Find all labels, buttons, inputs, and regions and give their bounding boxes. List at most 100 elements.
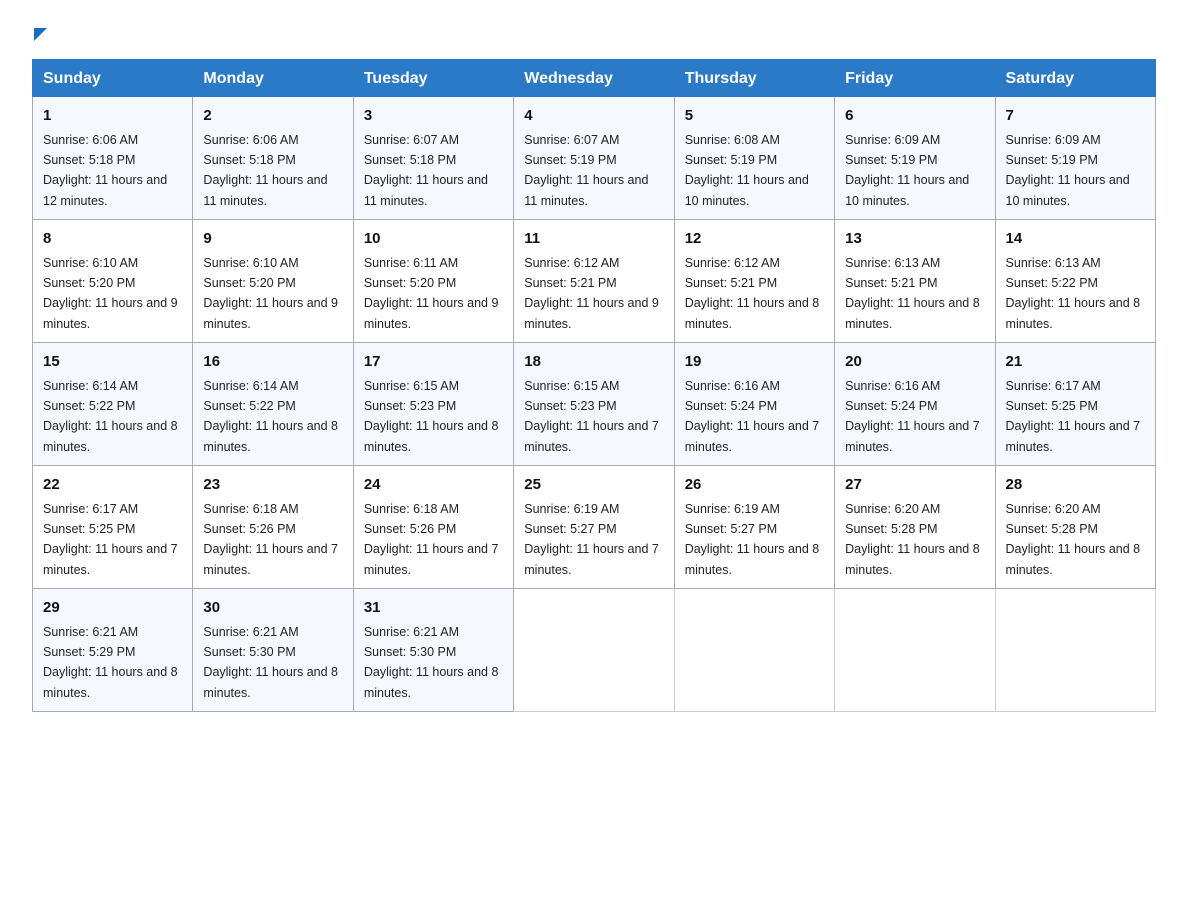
day-number: 10 — [364, 228, 503, 251]
calendar-cell: 27Sunrise: 6:20 AMSunset: 5:28 PMDayligh… — [835, 466, 995, 589]
weekday-header-wednesday: Wednesday — [514, 60, 674, 97]
day-detail: Sunrise: 6:21 AMSunset: 5:30 PMDaylight:… — [364, 625, 499, 700]
calendar-cell: 10 Sunrise: 6:11 AMSunset: 5:20 PMDayligh… — [353, 220, 513, 343]
day-number: 2 — [203, 105, 342, 128]
day-detail: Sunrise: 6:08 AMSunset: 5:19 PMDaylight:… — [685, 133, 809, 208]
calendar-week-row: 8 Sunrise: 6:10 AMSunset: 5:20 PMDaylight… — [33, 220, 1156, 343]
calendar-cell: 1Sunrise: 6:06 AMSunset: 5:18 PMDaylight… — [33, 97, 193, 220]
day-number: 14 — [1006, 228, 1145, 251]
calendar-cell: 13 Sunrise: 6:13 AMSunset: 5:21 PMDayligh… — [835, 220, 995, 343]
calendar-cell: 19 Sunrise: 6:16 AMSunset: 5:24 PMDayligh… — [674, 343, 834, 466]
day-detail: Sunrise: 6:17 AMSunset: 5:25 PMDaylight:… — [43, 502, 178, 577]
day-detail: Sunrise: 6:06 AMSunset: 5:18 PMDaylight:… — [203, 133, 327, 208]
calendar-cell: 20 Sunrise: 6:16 AMSunset: 5:24 PMDayligh… — [835, 343, 995, 466]
calendar-cell: 7 Sunrise: 6:09 AMSunset: 5:19 PMDaylight… — [995, 97, 1155, 220]
day-number: 11 — [524, 228, 663, 251]
day-detail: Sunrise: 6:16 AMSunset: 5:24 PMDaylight:… — [685, 379, 820, 454]
logo — [32, 24, 47, 41]
page-header — [32, 24, 1156, 41]
day-detail: Sunrise: 6:14 AMSunset: 5:22 PMDaylight:… — [43, 379, 178, 454]
weekday-header-thursday: Thursday — [674, 60, 834, 97]
day-number: 15 — [43, 351, 182, 374]
day-number: 28 — [1006, 474, 1145, 497]
day-number: 18 — [524, 351, 663, 374]
day-detail: Sunrise: 6:06 AMSunset: 5:18 PMDaylight:… — [43, 133, 167, 208]
calendar-cell: 12Sunrise: 6:12 AMSunset: 5:21 PMDayligh… — [674, 220, 834, 343]
calendar-cell: 6 Sunrise: 6:09 AMSunset: 5:19 PMDaylight… — [835, 97, 995, 220]
day-number: 23 — [203, 474, 342, 497]
day-number: 8 — [43, 228, 182, 251]
day-number: 25 — [524, 474, 663, 497]
day-detail: Sunrise: 6:16 AMSunset: 5:24 PMDaylight:… — [845, 379, 980, 454]
weekday-header-monday: Monday — [193, 60, 353, 97]
calendar-cell: 4Sunrise: 6:07 AMSunset: 5:19 PMDaylight… — [514, 97, 674, 220]
calendar-cell: 16 Sunrise: 6:14 AMSunset: 5:22 PMDayligh… — [193, 343, 353, 466]
calendar-cell: 11 Sunrise: 6:12 AMSunset: 5:21 PMDayligh… — [514, 220, 674, 343]
day-number: 12 — [685, 228, 824, 251]
calendar-cell: 23 Sunrise: 6:18 AMSunset: 5:26 PMDayligh… — [193, 466, 353, 589]
day-detail: Sunrise: 6:14 AMSunset: 5:22 PMDaylight:… — [203, 379, 338, 454]
day-detail: Sunrise: 6:15 AMSunset: 5:23 PMDaylight:… — [364, 379, 499, 454]
calendar-cell — [995, 589, 1155, 712]
calendar-week-row: 22 Sunrise: 6:17 AMSunset: 5:25 PMDayligh… — [33, 466, 1156, 589]
day-number: 26 — [685, 474, 824, 497]
day-detail: Sunrise: 6:10 AMSunset: 5:20 PMDaylight:… — [203, 256, 338, 331]
calendar-week-row: 15 Sunrise: 6:14 AMSunset: 5:22 PMDayligh… — [33, 343, 1156, 466]
calendar-cell: 22 Sunrise: 6:17 AMSunset: 5:25 PMDayligh… — [33, 466, 193, 589]
logo-arrow-icon — [34, 28, 47, 41]
day-number: 30 — [203, 597, 342, 620]
weekday-header-row: SundayMondayTuesdayWednesdayThursdayFrid… — [33, 60, 1156, 97]
calendar-week-row: 29 Sunrise: 6:21 AMSunset: 5:29 PMDayligh… — [33, 589, 1156, 712]
day-detail: Sunrise: 6:11 AMSunset: 5:20 PMDaylight:… — [364, 256, 499, 331]
calendar-cell: 21Sunrise: 6:17 AMSunset: 5:25 PMDayligh… — [995, 343, 1155, 466]
calendar-cell: 28 Sunrise: 6:20 AMSunset: 5:28 PMDayligh… — [995, 466, 1155, 589]
calendar-cell: 5 Sunrise: 6:08 AMSunset: 5:19 PMDaylight… — [674, 97, 834, 220]
day-number: 5 — [685, 105, 824, 128]
calendar-cell: 31 Sunrise: 6:21 AMSunset: 5:30 PMDayligh… — [353, 589, 513, 712]
day-number: 19 — [685, 351, 824, 374]
day-detail: Sunrise: 6:21 AMSunset: 5:30 PMDaylight:… — [203, 625, 338, 700]
day-detail: Sunrise: 6:09 AMSunset: 5:19 PMDaylight:… — [845, 133, 969, 208]
day-number: 9 — [203, 228, 342, 251]
day-number: 6 — [845, 105, 984, 128]
calendar-cell: 2 Sunrise: 6:06 AMSunset: 5:18 PMDaylight… — [193, 97, 353, 220]
day-number: 20 — [845, 351, 984, 374]
day-detail: Sunrise: 6:13 AMSunset: 5:21 PMDaylight:… — [845, 256, 980, 331]
calendar-cell: 17Sunrise: 6:15 AMSunset: 5:23 PMDayligh… — [353, 343, 513, 466]
day-detail: Sunrise: 6:19 AMSunset: 5:27 PMDaylight:… — [685, 502, 820, 577]
day-number: 24 — [364, 474, 503, 497]
day-detail: Sunrise: 6:18 AMSunset: 5:26 PMDaylight:… — [203, 502, 338, 577]
calendar-cell — [835, 589, 995, 712]
day-detail: Sunrise: 6:15 AMSunset: 5:23 PMDaylight:… — [524, 379, 659, 454]
calendar-cell: 3Sunrise: 6:07 AMSunset: 5:18 PMDaylight… — [353, 97, 513, 220]
calendar-cell: 14 Sunrise: 6:13 AMSunset: 5:22 PMDayligh… — [995, 220, 1155, 343]
day-detail: Sunrise: 6:20 AMSunset: 5:28 PMDaylight:… — [1006, 502, 1141, 577]
day-number: 16 — [203, 351, 342, 374]
day-detail: Sunrise: 6:07 AMSunset: 5:19 PMDaylight:… — [524, 133, 648, 208]
calendar-week-row: 1Sunrise: 6:06 AMSunset: 5:18 PMDaylight… — [33, 97, 1156, 220]
weekday-header-saturday: Saturday — [995, 60, 1155, 97]
day-number: 29 — [43, 597, 182, 620]
day-number: 13 — [845, 228, 984, 251]
weekday-header-sunday: Sunday — [33, 60, 193, 97]
day-detail: Sunrise: 6:21 AMSunset: 5:29 PMDaylight:… — [43, 625, 178, 700]
day-detail: Sunrise: 6:12 AMSunset: 5:21 PMDaylight:… — [524, 256, 659, 331]
calendar-cell: 29 Sunrise: 6:21 AMSunset: 5:29 PMDayligh… — [33, 589, 193, 712]
day-number: 7 — [1006, 105, 1145, 128]
day-number: 22 — [43, 474, 182, 497]
day-detail: Sunrise: 6:07 AMSunset: 5:18 PMDaylight:… — [364, 133, 488, 208]
calendar-cell: 15 Sunrise: 6:14 AMSunset: 5:22 PMDayligh… — [33, 343, 193, 466]
calendar-cell — [674, 589, 834, 712]
logo-text — [32, 24, 47, 41]
day-number: 31 — [364, 597, 503, 620]
calendar-cell: 8Sunrise: 6:10 AMSunset: 5:20 PMDaylight… — [33, 220, 193, 343]
day-detail: Sunrise: 6:19 AMSunset: 5:27 PMDaylight:… — [524, 502, 659, 577]
calendar-cell: 24Sunrise: 6:18 AMSunset: 5:26 PMDayligh… — [353, 466, 513, 589]
day-detail: Sunrise: 6:09 AMSunset: 5:19 PMDaylight:… — [1006, 133, 1130, 208]
day-number: 21 — [1006, 351, 1145, 374]
day-number: 27 — [845, 474, 984, 497]
day-detail: Sunrise: 6:13 AMSunset: 5:22 PMDaylight:… — [1006, 256, 1141, 331]
calendar-table: SundayMondayTuesdayWednesdayThursdayFrid… — [32, 59, 1156, 712]
weekday-header-tuesday: Tuesday — [353, 60, 513, 97]
calendar-cell: 26 Sunrise: 6:19 AMSunset: 5:27 PMDayligh… — [674, 466, 834, 589]
